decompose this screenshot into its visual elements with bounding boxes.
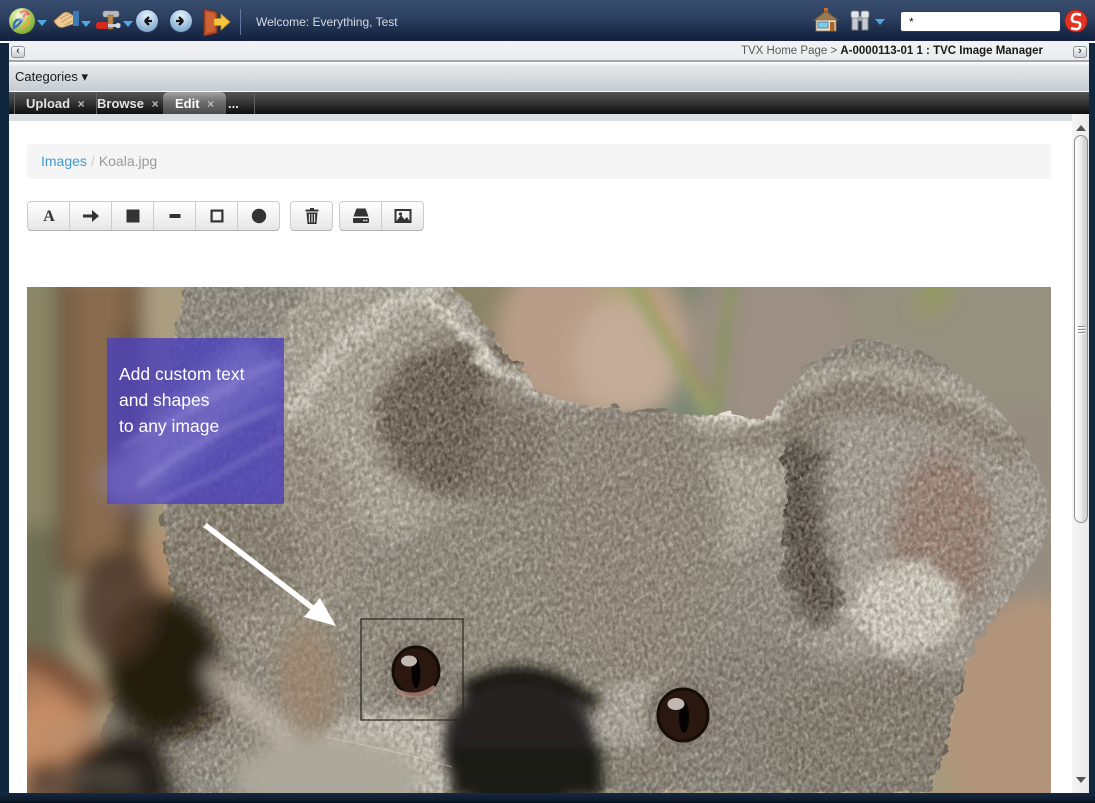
svg-text:Add custom text: Add custom text xyxy=(119,364,245,384)
svg-text:A: A xyxy=(43,208,55,225)
svg-text:to any image: to any image xyxy=(119,416,219,436)
svg-text:and shapes: and shapes xyxy=(119,390,210,410)
